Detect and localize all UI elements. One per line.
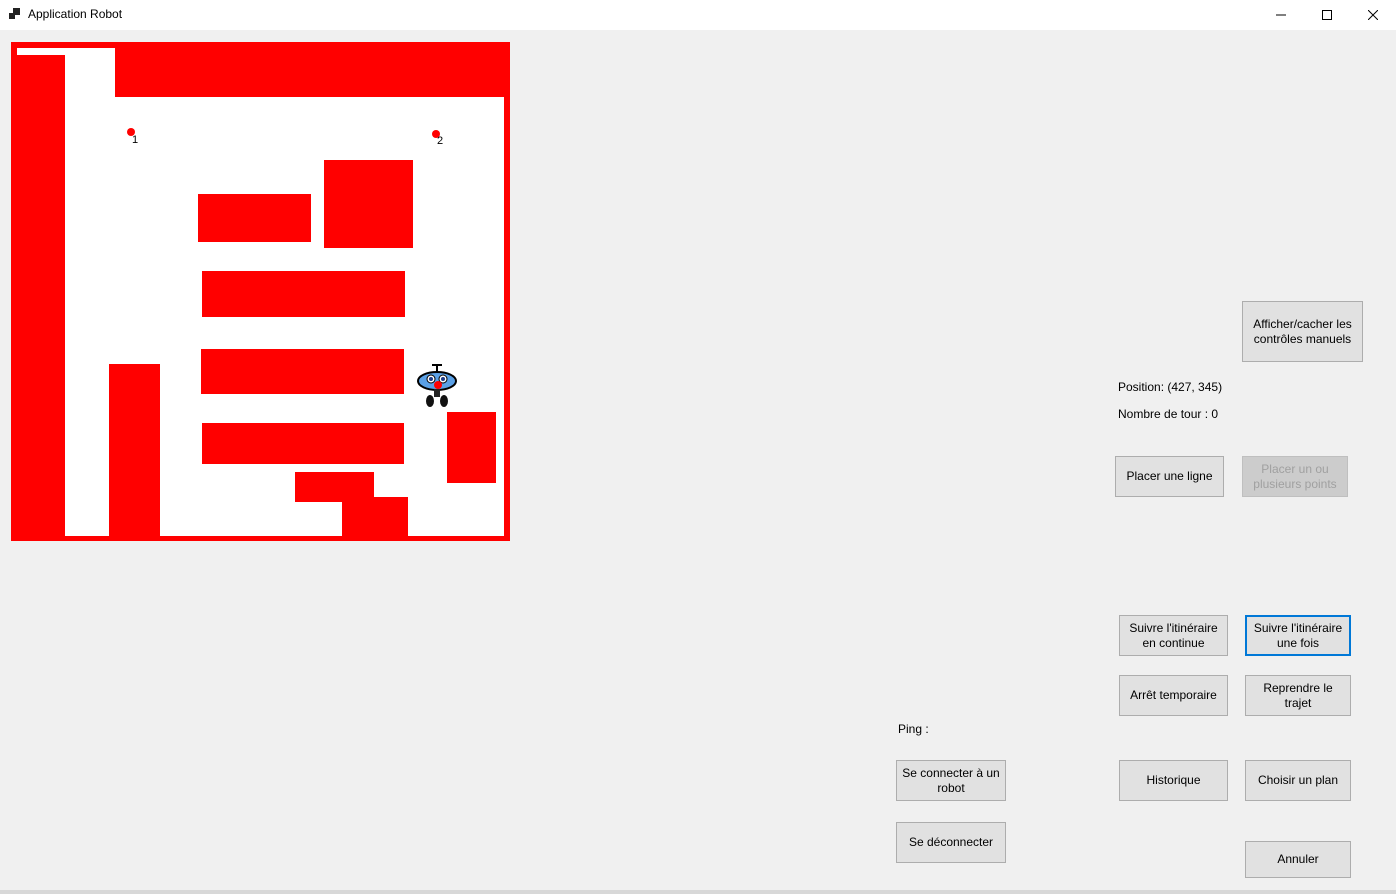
choose-plan-button[interactable]: Choisir un plan — [1245, 760, 1351, 801]
connect-robot-button[interactable]: Se connecter à un robot — [896, 760, 1006, 801]
minimize-button[interactable] — [1258, 0, 1304, 30]
obstacle — [202, 423, 404, 464]
position-readout: Position: (427, 345) — [1118, 380, 1223, 394]
obstacle — [324, 160, 413, 248]
obstacle — [342, 497, 408, 541]
app-window-icon — [9, 8, 21, 20]
toggle-manual-controls-button[interactable]: Afficher/cacher les contrôles manuels — [1242, 301, 1363, 362]
place-points-button[interactable]: Placer un ou plusieurs points — [1242, 456, 1348, 497]
maximize-icon — [1322, 10, 1332, 20]
obstacle — [447, 412, 496, 483]
obstacle — [202, 271, 405, 317]
follow-route-continuous-button[interactable]: Suivre l'itinéraire en continue — [1119, 615, 1228, 656]
close-icon — [1368, 10, 1378, 20]
obstacle — [109, 364, 160, 541]
disconnect-button[interactable]: Se déconnecter — [896, 822, 1006, 863]
map-canvas[interactable]: 1 2 — [11, 42, 510, 541]
follow-route-once-button[interactable]: Suivre l'itinéraire une fois — [1245, 615, 1351, 656]
waypoint-label: 2 — [437, 135, 443, 147]
obstacle — [198, 194, 311, 242]
resume-button[interactable]: Reprendre le trajet — [1245, 675, 1351, 716]
laps-count: Nombre de tour : 0 — [1118, 407, 1219, 421]
place-line-button[interactable]: Placer une ligne — [1115, 456, 1224, 497]
window-title: Application Robot — [28, 7, 123, 21]
window-bottom-edge — [0, 890, 1396, 894]
cancel-button[interactable]: Annuler — [1245, 841, 1351, 878]
maximize-button[interactable] — [1304, 0, 1350, 30]
pause-button[interactable]: Arrêt temporaire — [1119, 675, 1228, 716]
minimize-icon — [1276, 14, 1286, 16]
history-button[interactable]: Historique — [1119, 760, 1228, 801]
waypoint-label: 1 — [132, 134, 138, 146]
title-bar: Application Robot — [0, 0, 1396, 30]
ping-label: Ping : — [898, 722, 929, 736]
obstacle — [201, 349, 404, 394]
close-button[interactable] — [1350, 0, 1396, 30]
